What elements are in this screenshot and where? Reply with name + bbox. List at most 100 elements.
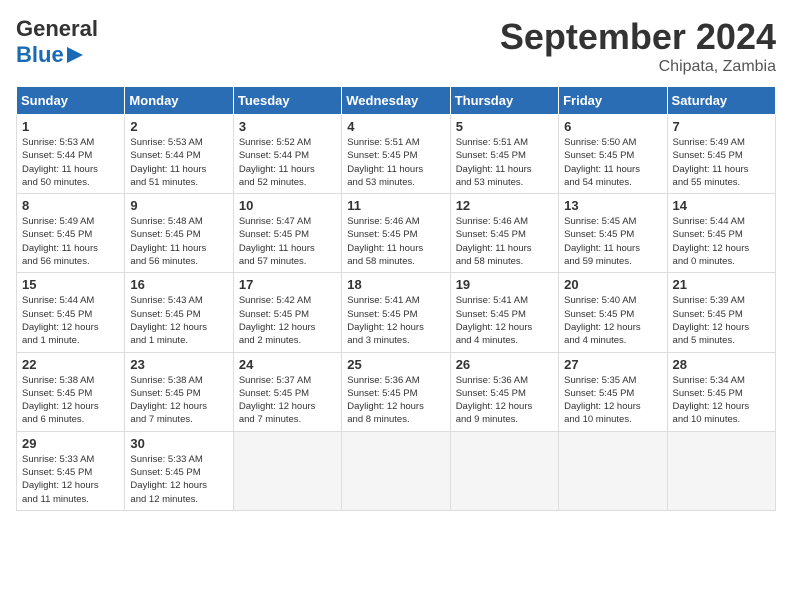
day-cell-15: 15 Sunrise: 5:44 AMSunset: 5:45 PMDayligh… [17, 273, 125, 352]
day-number: 21 [673, 277, 770, 292]
empty-cell [667, 431, 775, 510]
day-info: Sunrise: 5:33 AMSunset: 5:45 PMDaylight:… [22, 453, 119, 506]
day-info: Sunrise: 5:44 AMSunset: 5:45 PMDaylight:… [673, 215, 770, 268]
day-info: Sunrise: 5:41 AMSunset: 5:45 PMDaylight:… [347, 294, 444, 347]
day-info: Sunrise: 5:34 AMSunset: 5:45 PMDaylight:… [673, 374, 770, 427]
day-info: Sunrise: 5:43 AMSunset: 5:45 PMDaylight:… [130, 294, 227, 347]
column-header-tuesday: Tuesday [233, 87, 341, 115]
day-info: Sunrise: 5:39 AMSunset: 5:45 PMDaylight:… [673, 294, 770, 347]
logo-arrow [67, 47, 83, 63]
logo-general: General Blue [16, 16, 98, 68]
day-number: 25 [347, 357, 444, 372]
day-number: 17 [239, 277, 336, 292]
page-header: General Blue September 2024 Chipata, Zam… [16, 16, 776, 76]
column-header-friday: Friday [559, 87, 667, 115]
day-number: 28 [673, 357, 770, 372]
day-info: Sunrise: 5:38 AMSunset: 5:45 PMDaylight:… [22, 374, 119, 427]
day-cell-20: 20 Sunrise: 5:40 AMSunset: 5:45 PMDayligh… [559, 273, 667, 352]
day-info: Sunrise: 5:45 AMSunset: 5:45 PMDaylight:… [564, 215, 661, 268]
day-cell-27: 27Sunrise: 5:35 AMSunset: 5:45 PMDayligh… [559, 352, 667, 431]
day-info: Sunrise: 5:49 AMSunset: 5:45 PMDaylight:… [22, 215, 119, 268]
day-info: Sunrise: 5:51 AMSunset: 5:45 PMDaylight:… [347, 136, 444, 189]
calendar-row: 1 Sunrise: 5:53 AMSunset: 5:44 PMDaylight… [17, 115, 776, 194]
day-cell-29: 29 Sunrise: 5:33 AMSunset: 5:45 PMDayligh… [17, 431, 125, 510]
day-number: 2 [130, 119, 227, 134]
day-cell-19: 19Sunrise: 5:41 AMSunset: 5:45 PMDayligh… [450, 273, 558, 352]
day-cell-30: 30 Sunrise: 5:33 AMSunset: 5:45 PMDayligh… [125, 431, 233, 510]
day-number: 22 [22, 357, 119, 372]
day-cell-11: 11Sunrise: 5:46 AMSunset: 5:45 PMDayligh… [342, 194, 450, 273]
empty-cell [559, 431, 667, 510]
calendar-header-row: SundayMondayTuesdayWednesdayThursdayFrid… [17, 87, 776, 115]
day-cell-10: 10 Sunrise: 5:47 AMSunset: 5:45 PMDayligh… [233, 194, 341, 273]
column-header-thursday: Thursday [450, 87, 558, 115]
empty-cell [450, 431, 558, 510]
day-number: 7 [673, 119, 770, 134]
calendar-row: 15 Sunrise: 5:44 AMSunset: 5:45 PMDayligh… [17, 273, 776, 352]
day-number: 1 [22, 119, 119, 134]
day-cell-21: 21 Sunrise: 5:39 AMSunset: 5:45 PMDayligh… [667, 273, 775, 352]
day-number: 30 [130, 436, 227, 451]
day-cell-18: 18 Sunrise: 5:41 AMSunset: 5:45 PMDayligh… [342, 273, 450, 352]
day-cell-3: 3Sunrise: 5:52 AMSunset: 5:44 PMDaylight… [233, 115, 341, 194]
day-cell-8: 8 Sunrise: 5:49 AMSunset: 5:45 PMDaylight… [17, 194, 125, 273]
day-info: Sunrise: 5:33 AMSunset: 5:45 PMDaylight:… [130, 453, 227, 506]
day-info: Sunrise: 5:40 AMSunset: 5:45 PMDaylight:… [564, 294, 661, 347]
day-info: Sunrise: 5:42 AMSunset: 5:45 PMDaylight:… [239, 294, 336, 347]
day-cell-5: 5 Sunrise: 5:51 AMSunset: 5:45 PMDaylight… [450, 115, 558, 194]
empty-cell [233, 431, 341, 510]
calendar-table: SundayMondayTuesdayWednesdayThursdayFrid… [16, 86, 776, 511]
day-number: 6 [564, 119, 661, 134]
empty-cell [342, 431, 450, 510]
day-info: Sunrise: 5:53 AMSunset: 5:44 PMDaylight:… [22, 136, 119, 189]
month-title: September 2024 [500, 16, 776, 58]
day-info: Sunrise: 5:51 AMSunset: 5:45 PMDaylight:… [456, 136, 553, 189]
day-info: Sunrise: 5:36 AMSunset: 5:45 PMDaylight:… [456, 374, 553, 427]
location: Chipata, Zambia [500, 58, 776, 76]
day-number: 16 [130, 277, 227, 292]
day-number: 19 [456, 277, 553, 292]
day-number: 18 [347, 277, 444, 292]
day-number: 8 [22, 198, 119, 213]
calendar-row: 8 Sunrise: 5:49 AMSunset: 5:45 PMDaylight… [17, 194, 776, 273]
day-info: Sunrise: 5:52 AMSunset: 5:44 PMDaylight:… [239, 136, 336, 189]
day-number: 15 [22, 277, 119, 292]
day-info: Sunrise: 5:46 AMSunset: 5:45 PMDaylight:… [456, 215, 553, 268]
day-number: 5 [456, 119, 553, 134]
day-info: Sunrise: 5:48 AMSunset: 5:45 PMDaylight:… [130, 215, 227, 268]
day-info: Sunrise: 5:47 AMSunset: 5:45 PMDaylight:… [239, 215, 336, 268]
day-cell-25: 25Sunrise: 5:36 AMSunset: 5:45 PMDayligh… [342, 352, 450, 431]
calendar-row: 29 Sunrise: 5:33 AMSunset: 5:45 PMDayligh… [17, 431, 776, 510]
day-number: 14 [673, 198, 770, 213]
day-info: Sunrise: 5:53 AMSunset: 5:44 PMDaylight:… [130, 136, 227, 189]
day-cell-12: 12 Sunrise: 5:46 AMSunset: 5:45 PMDayligh… [450, 194, 558, 273]
day-info: Sunrise: 5:44 AMSunset: 5:45 PMDaylight:… [22, 294, 119, 347]
day-cell-1: 1 Sunrise: 5:53 AMSunset: 5:44 PMDaylight… [17, 115, 125, 194]
day-cell-24: 24Sunrise: 5:37 AMSunset: 5:45 PMDayligh… [233, 352, 341, 431]
day-cell-23: 23Sunrise: 5:38 AMSunset: 5:45 PMDayligh… [125, 352, 233, 431]
calendar-row: 22 Sunrise: 5:38 AMSunset: 5:45 PMDayligh… [17, 352, 776, 431]
day-cell-4: 4Sunrise: 5:51 AMSunset: 5:45 PMDaylight… [342, 115, 450, 194]
logo-blue: Blue [16, 42, 64, 68]
column-header-sunday: Sunday [17, 87, 125, 115]
day-cell-13: 13 Sunrise: 5:45 AMSunset: 5:45 PMDayligh… [559, 194, 667, 273]
day-number: 12 [456, 198, 553, 213]
day-cell-22: 22 Sunrise: 5:38 AMSunset: 5:45 PMDayligh… [17, 352, 125, 431]
day-number: 9 [130, 198, 227, 213]
day-number: 20 [564, 277, 661, 292]
day-number: 27 [564, 357, 661, 372]
day-info: Sunrise: 5:49 AMSunset: 5:45 PMDaylight:… [673, 136, 770, 189]
column-header-monday: Monday [125, 87, 233, 115]
day-cell-17: 17 Sunrise: 5:42 AMSunset: 5:45 PMDayligh… [233, 273, 341, 352]
day-cell-14: 14 Sunrise: 5:44 AMSunset: 5:45 PMDayligh… [667, 194, 775, 273]
logo: General Blue [16, 16, 98, 68]
day-number: 29 [22, 436, 119, 451]
day-info: Sunrise: 5:46 AMSunset: 5:45 PMDaylight:… [347, 215, 444, 268]
day-number: 13 [564, 198, 661, 213]
day-cell-26: 26Sunrise: 5:36 AMSunset: 5:45 PMDayligh… [450, 352, 558, 431]
day-number: 23 [130, 357, 227, 372]
day-number: 24 [239, 357, 336, 372]
column-header-saturday: Saturday [667, 87, 775, 115]
day-cell-16: 16 Sunrise: 5:43 AMSunset: 5:45 PMDayligh… [125, 273, 233, 352]
day-number: 10 [239, 198, 336, 213]
